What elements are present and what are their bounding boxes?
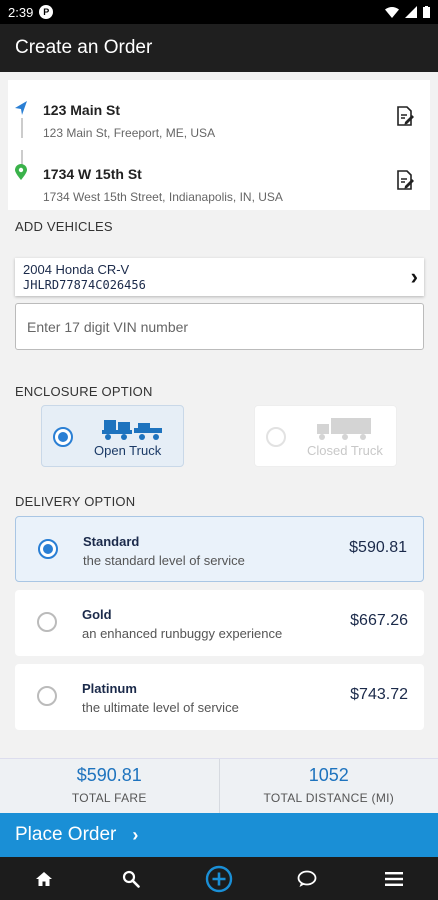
closed-truck-option[interactable]: Closed Truck (254, 405, 397, 467)
delivery-gold[interactable]: Gold an enhanced runbuggy experience $66… (15, 590, 424, 656)
edit-document-icon[interactable] (396, 106, 414, 126)
nav-home[interactable] (24, 859, 64, 899)
total-fare-label: TOTAL FARE (71, 791, 147, 805)
status-time: 2:39 (8, 4, 34, 20)
radio-unselected[interactable] (266, 427, 286, 447)
delivery-title: Gold (82, 607, 112, 622)
delivery-desc: the standard level of service (83, 553, 245, 568)
vehicle-vin: JHLRD77874C026456 (23, 278, 146, 292)
delivery-title: Standard (83, 534, 140, 549)
radio-unselected[interactable] (37, 686, 57, 706)
home-icon (35, 871, 52, 886)
nav-create-order[interactable] (199, 859, 239, 899)
parking-notification-icon: P (39, 5, 54, 19)
search-icon (123, 870, 141, 888)
pickup-address-name: 123 Main St (43, 102, 121, 118)
delivery-price: $743.72 (350, 686, 408, 703)
delivery-platinum[interactable]: Platinum the ultimate level of service $… (15, 664, 424, 730)
delivery-desc: an enhanced runbuggy experience (82, 626, 283, 641)
menu-icon (385, 871, 404, 886)
order-form[interactable]: 123 Main St 123 Main St, Freeport, ME, U… (0, 72, 438, 758)
status-icons (385, 6, 430, 18)
chat-icon (297, 870, 316, 887)
add-vehicles-label: ADD VEHICLES (15, 219, 113, 234)
delivery-option-label: DELIVERY OPTION (15, 494, 136, 509)
app-bar: Create an Order (0, 24, 438, 72)
nav-search[interactable] (111, 859, 151, 899)
add-circle-icon (205, 865, 233, 892)
total-fare: $590.81 TOTAL FARE (0, 759, 220, 813)
status-bar: 2:39 P (0, 0, 438, 24)
location-pin-icon (15, 164, 27, 180)
radio-selected[interactable] (53, 427, 73, 447)
wifi-icon (385, 6, 399, 18)
place-order-button[interactable]: Place Order › (0, 813, 438, 857)
edit-document-icon[interactable] (396, 170, 414, 190)
route-card: 123 Main St 123 Main St, Freeport, ME, U… (8, 80, 430, 210)
signal-icon (405, 6, 417, 18)
delivery-price: $667.26 (350, 612, 408, 629)
nav-messages[interactable] (287, 859, 327, 899)
vehicle-card[interactable]: 2004 Honda CR-V JHLRD77874C026456 › (15, 258, 424, 296)
dropoff-address[interactable]: 1734 W 15th St 1734 West 15th Street, In… (8, 144, 430, 208)
delivery-title: Platinum (82, 681, 137, 696)
order-totals: $590.81 TOTAL FARE 1052 TOTAL DISTANCE (… (0, 758, 438, 813)
total-distance-value: 1052 (308, 765, 349, 785)
chevron-right-icon: › (132, 824, 139, 845)
place-order-label: Place Order (15, 824, 117, 845)
delivery-price: $590.81 (349, 539, 407, 556)
total-distance-label: TOTAL DISTANCE (MI) (263, 791, 395, 805)
vehicle-name: 2004 Honda CR-V (23, 262, 130, 277)
pickup-address[interactable]: 123 Main St 123 Main St, Freeport, ME, U… (8, 80, 430, 144)
open-truck-icon (102, 420, 162, 440)
nav-menu[interactable] (374, 859, 414, 899)
page-title: Create an Order (15, 37, 153, 58)
navigation-arrow-icon (15, 101, 27, 115)
bottom-nav (0, 857, 438, 900)
total-fare-value: $590.81 (76, 765, 142, 785)
total-distance: 1052 TOTAL DISTANCE (MI) (220, 759, 438, 813)
vin-input[interactable] (15, 303, 424, 350)
open-truck-label: Open Truck (94, 443, 162, 458)
radio-selected[interactable] (38, 539, 58, 559)
radio-unselected[interactable] (37, 612, 57, 632)
delivery-standard[interactable]: Standard the standard level of service $… (15, 516, 424, 582)
chevron-right-icon: › (410, 264, 418, 289)
pickup-address-full: 123 Main St, Freeport, ME, USA (43, 126, 216, 140)
enclosure-option-label: ENCLOSURE OPTION (15, 384, 153, 399)
closed-truck-label: Closed Truck (307, 443, 383, 458)
dropoff-address-name: 1734 W 15th St (43, 166, 142, 182)
open-truck-option[interactable]: Open Truck (41, 405, 184, 467)
delivery-desc: the ultimate level of service (82, 700, 239, 715)
closed-truck-icon (317, 418, 371, 440)
battery-icon (423, 6, 430, 18)
dropoff-address-full: 1734 West 15th Street, Indianapolis, IN,… (43, 190, 283, 204)
